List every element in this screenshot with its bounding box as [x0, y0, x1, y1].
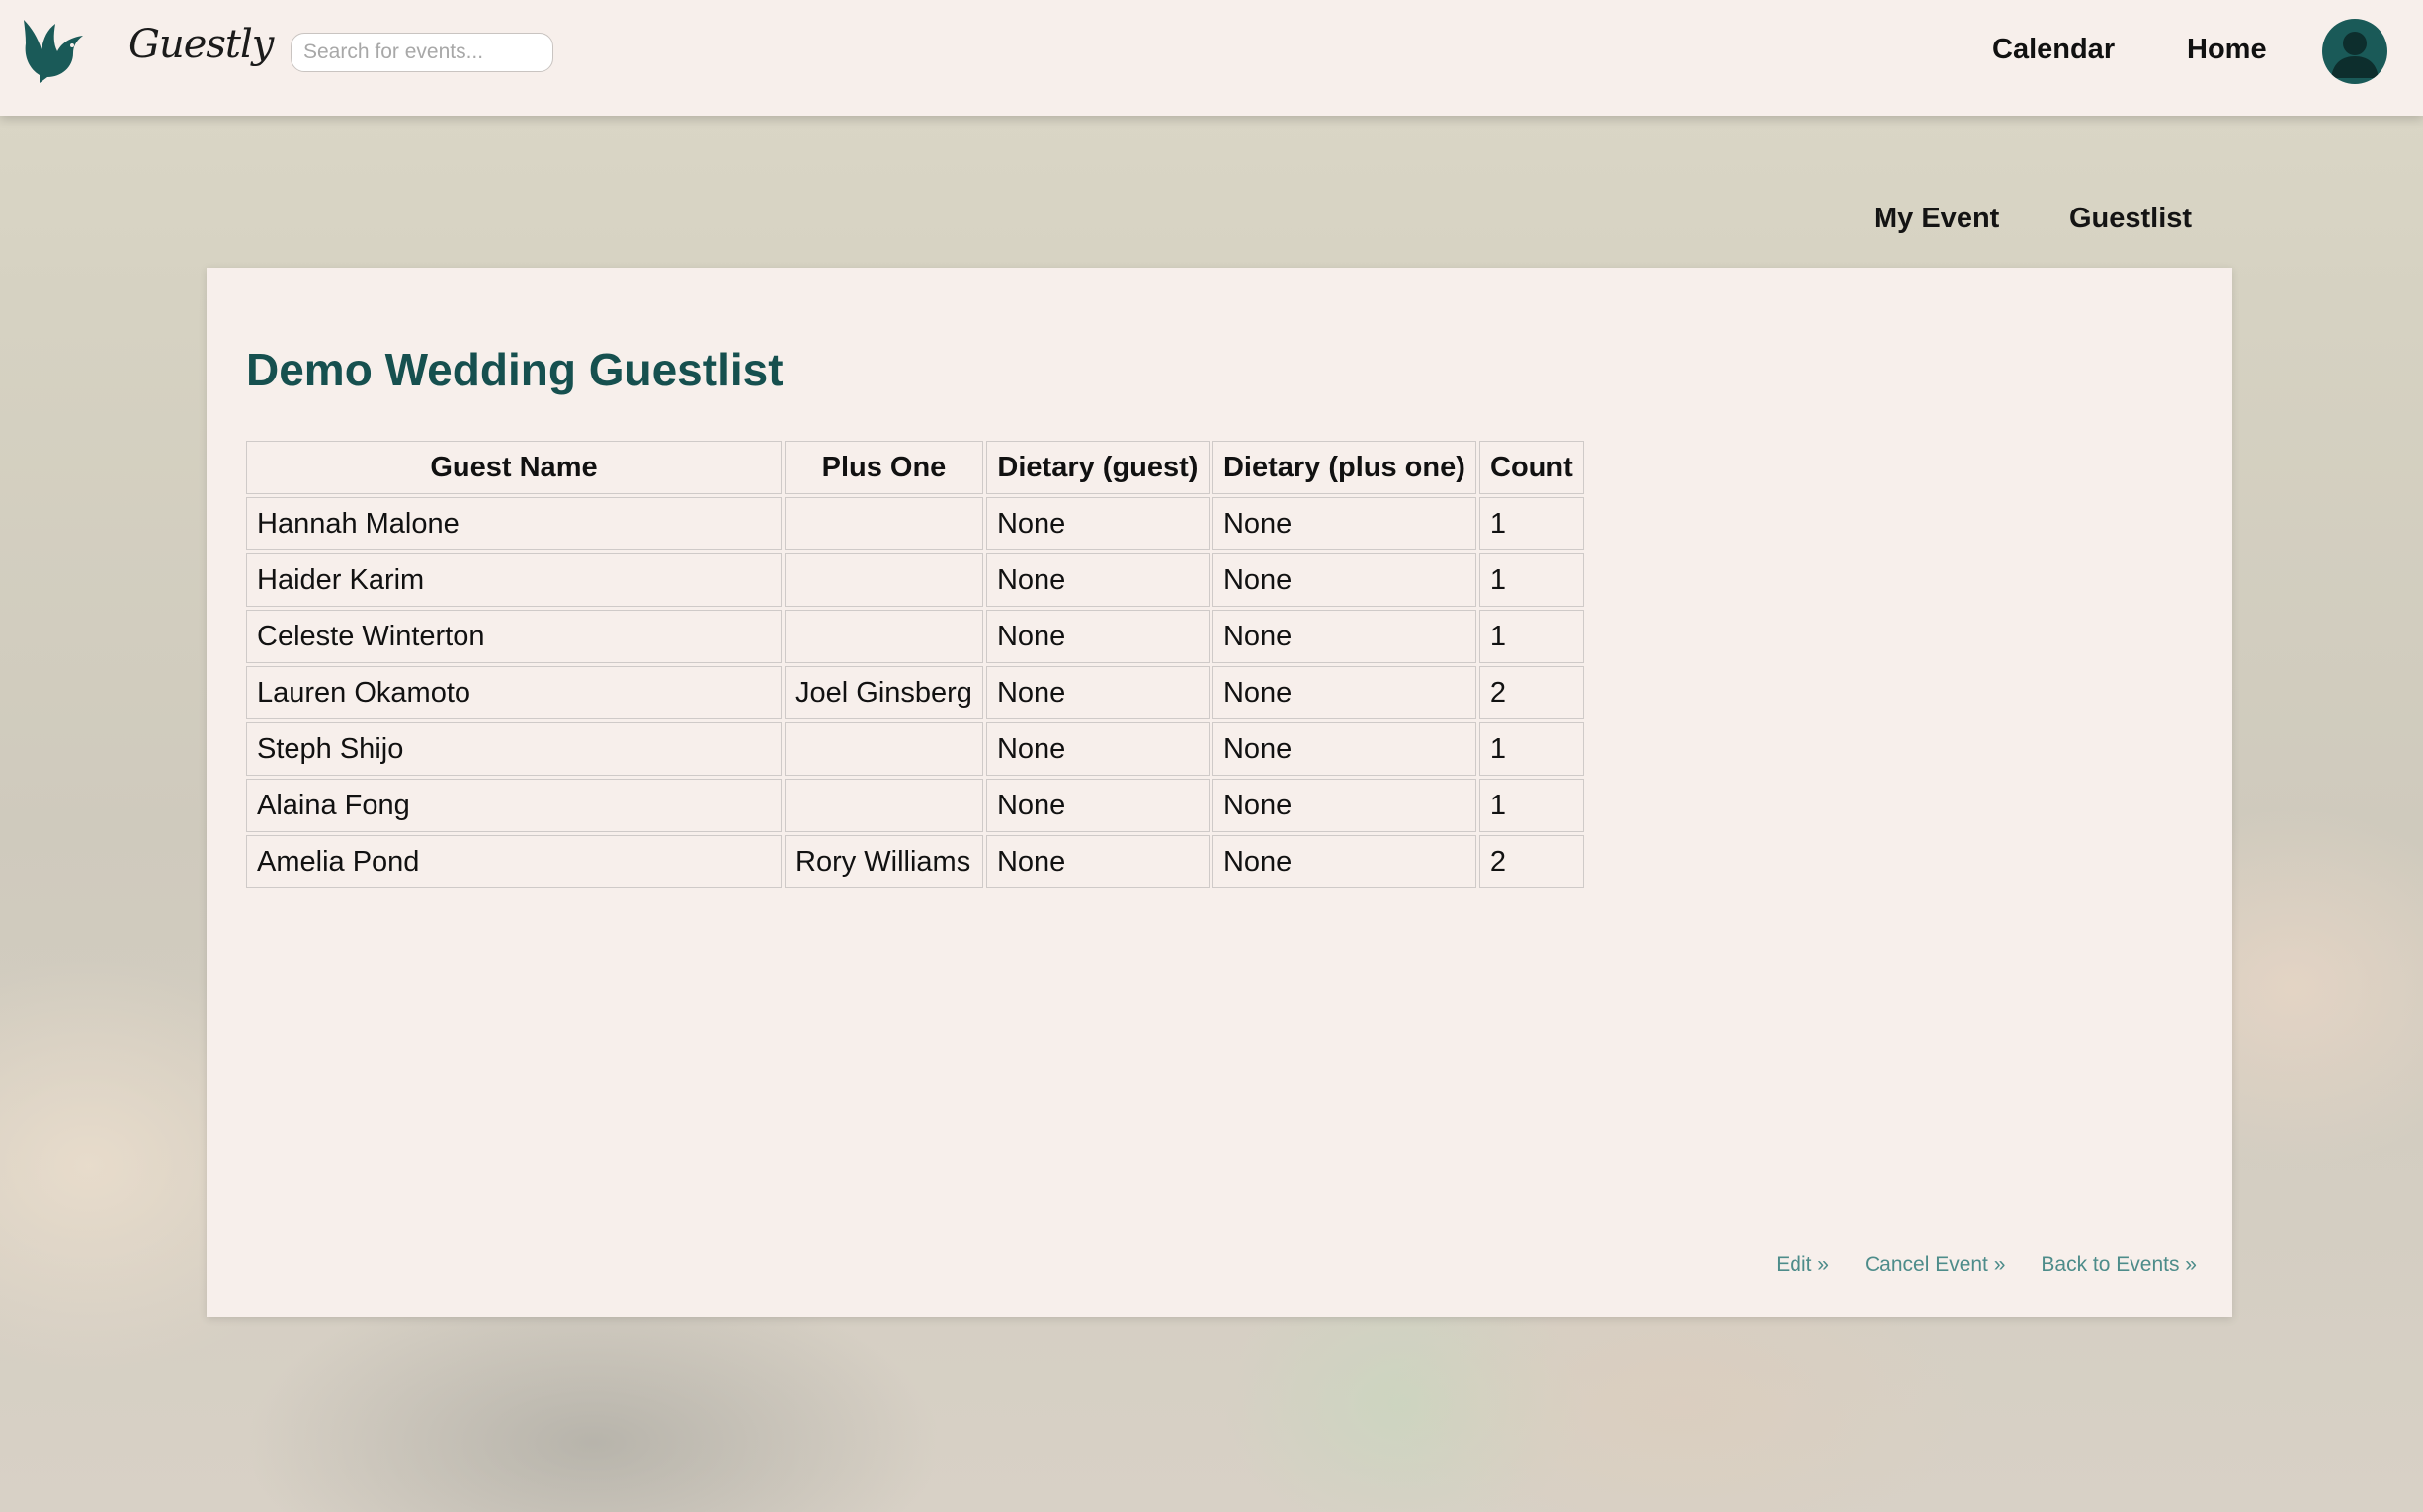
plus-one-cell	[785, 553, 983, 607]
plus-one-cell: Joel Ginsberg	[785, 666, 983, 719]
dietary-plus-one-cell: None	[1212, 779, 1476, 832]
event-actions: Edit » Cancel Event » Back to Events »	[1776, 1253, 2197, 1277]
table-row: Hannah Malone None None 1	[246, 497, 1584, 550]
table-row: Amelia Pond Rory Williams None None 2	[246, 835, 1584, 888]
guest-name-cell: Alaina Fong	[246, 779, 782, 832]
dietary-plus-one-cell: None	[1212, 835, 1476, 888]
guest-name-cell: Celeste Winterton	[246, 610, 782, 663]
guestlist-table: Guest Name Plus One Dietary (guest) Diet…	[243, 438, 1587, 891]
user-avatar-icon[interactable]	[2322, 19, 2387, 84]
event-search-input[interactable]	[291, 33, 553, 72]
dietary-plus-one-cell: None	[1212, 497, 1476, 550]
guest-name-cell: Haider Karim	[246, 553, 782, 607]
table-row: Lauren Okamoto Joel Ginsberg None None 2	[246, 666, 1584, 719]
dietary-plus-one-cell: None	[1212, 722, 1476, 776]
dietary-guest-cell: None	[985, 610, 1210, 663]
table-row: Alaina Fong None None 1	[246, 779, 1584, 832]
dietary-guest-cell: None	[985, 722, 1210, 776]
top-navbar: Guestly Calendar Home	[0, 0, 2423, 116]
dietary-guest-cell: None	[985, 666, 1210, 719]
count-cell: 1	[1478, 722, 1584, 776]
count-cell: 2	[1478, 666, 1584, 719]
dietary-guest-cell: None	[985, 835, 1210, 888]
subnav-my-event[interactable]: My Event	[1874, 203, 1999, 235]
bird-logo-icon[interactable]	[18, 14, 89, 85]
column-header-guest-name: Guest Name	[246, 441, 782, 494]
column-header-dietary-guest: Dietary (guest)	[985, 441, 1210, 494]
plus-one-cell	[785, 722, 983, 776]
plus-one-cell: Rory Williams	[785, 835, 983, 888]
table-row: Celeste Winterton None None 1	[246, 610, 1584, 663]
plus-one-cell	[785, 610, 983, 663]
guest-name-cell: Steph Shijo	[246, 722, 782, 776]
guest-name-cell: Hannah Malone	[246, 497, 782, 550]
subnav-guestlist[interactable]: Guestlist	[2069, 203, 2192, 235]
column-header-dietary-plus-one: Dietary (plus one)	[1212, 441, 1476, 494]
dietary-guest-cell: None	[985, 779, 1210, 832]
count-cell: 1	[1478, 610, 1584, 663]
count-cell: 1	[1478, 497, 1584, 550]
count-cell: 2	[1478, 835, 1584, 888]
edit-event-link[interactable]: Edit »	[1776, 1253, 1829, 1277]
table-row: Haider Karim None None 1	[246, 553, 1584, 607]
guest-name-cell: Lauren Okamoto	[246, 666, 782, 719]
count-cell: 1	[1478, 553, 1584, 607]
dietary-plus-one-cell: None	[1212, 553, 1476, 607]
nav-calendar-link[interactable]: Calendar	[1992, 34, 2115, 66]
table-header-row: Guest Name Plus One Dietary (guest) Diet…	[246, 441, 1584, 494]
column-header-count: Count	[1478, 441, 1584, 494]
cancel-event-link[interactable]: Cancel Event »	[1865, 1253, 2005, 1277]
nav-home-link[interactable]: Home	[2187, 34, 2267, 66]
dietary-plus-one-cell: None	[1212, 610, 1476, 663]
column-header-plus-one: Plus One	[785, 441, 983, 494]
brand-wordmark[interactable]: Guestly	[128, 22, 274, 67]
dietary-guest-cell: None	[985, 497, 1210, 550]
dietary-plus-one-cell: None	[1212, 666, 1476, 719]
table-row: Steph Shijo None None 1	[246, 722, 1584, 776]
guestlist-card: Demo Wedding Guestlist Guest Name Plus O…	[207, 268, 2232, 1317]
back-to-events-link[interactable]: Back to Events »	[2041, 1253, 2197, 1277]
plus-one-cell	[785, 497, 983, 550]
count-cell: 1	[1478, 779, 1584, 832]
page-title: Demo Wedding Guestlist	[246, 344, 784, 395]
guest-name-cell: Amelia Pond	[246, 835, 782, 888]
plus-one-cell	[785, 779, 983, 832]
dietary-guest-cell: None	[985, 553, 1210, 607]
